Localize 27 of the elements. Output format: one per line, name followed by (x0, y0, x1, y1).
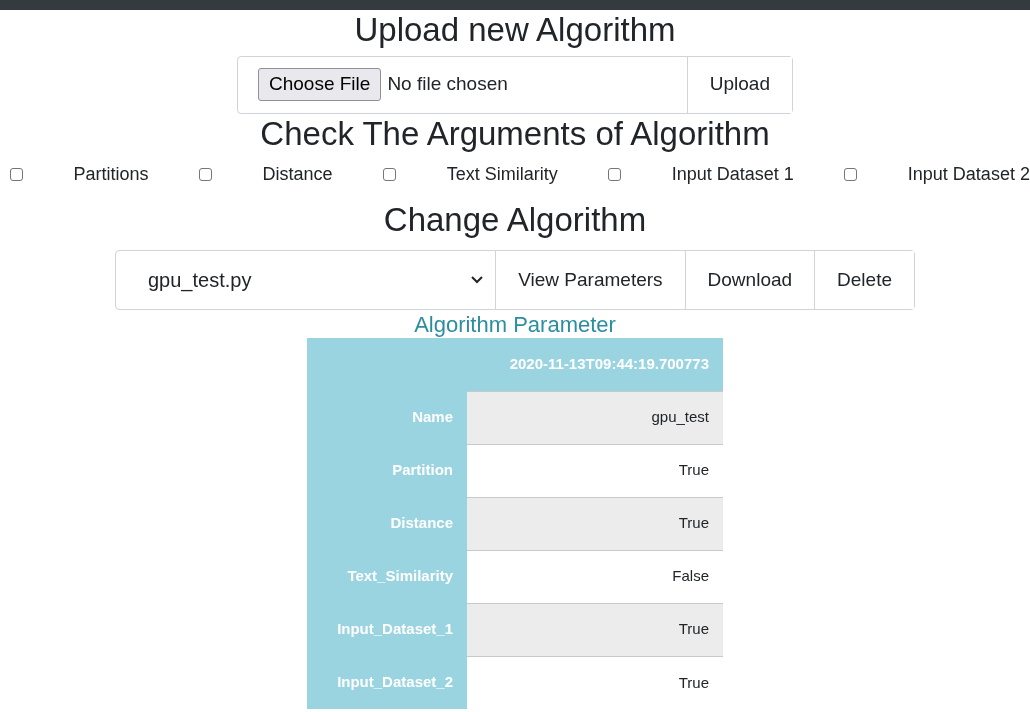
table-cell: False (467, 550, 723, 604)
checkbox-label[interactable]: Partitions (73, 161, 149, 189)
table-cell: True (467, 656, 723, 710)
checkbox[interactable] (608, 168, 622, 182)
checkbox[interactable] (844, 168, 858, 182)
checkbox-label[interactable]: Input Dataset 1 (671, 161, 794, 189)
table-cell: True (467, 444, 723, 498)
checkbox[interactable] (383, 168, 397, 182)
table-title: Algorithm Parameter (413, 311, 617, 339)
checkbox[interactable] (199, 168, 213, 182)
table-header-cell: 2020-11-13T09:44:19.700773 (467, 338, 723, 392)
section-heading: Upload new Algorithm (353, 10, 677, 50)
table-header-cell: Input_Dataset_1 (307, 603, 467, 657)
section-heading: Check The Arguments of Algorithm (259, 113, 771, 154)
checkbox-label[interactable]: Distance (262, 161, 333, 189)
checkbox-label[interactable]: Input Dataset 2 (907, 161, 1030, 189)
table-cell: gpu_test (467, 391, 723, 445)
table-cell: True (467, 497, 723, 551)
table-header-cell: Name (307, 391, 467, 445)
table-header-cell: Text_Similarity (307, 550, 467, 604)
checkbox[interactable] (10, 168, 23, 182)
section-heading: Change Algorithm (382, 200, 648, 240)
table-cell: True (467, 603, 723, 657)
table-header-cell: Input_Dataset_2 (307, 656, 467, 710)
checkbox-label[interactable]: Text Similarity (446, 161, 558, 189)
table-header-cell: Partition (307, 444, 467, 498)
table-header-cell: Distance (307, 497, 467, 551)
